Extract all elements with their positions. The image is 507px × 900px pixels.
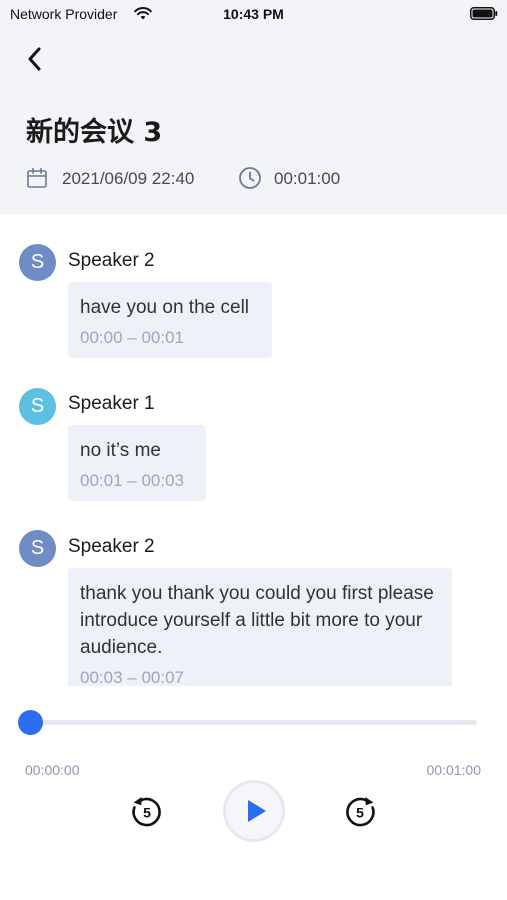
- status-time: 10:43 PM: [223, 6, 284, 22]
- transcript-time-range: 00:01 – 00:03: [80, 471, 184, 490]
- transcript-text: have you on the cell: [80, 297, 250, 318]
- avatar: S: [19, 388, 56, 425]
- forward-label: 5: [356, 805, 364, 821]
- avatar: S: [19, 244, 56, 281]
- avatar: S: [19, 530, 56, 567]
- page-title: 新的会议 3: [26, 117, 163, 148]
- transcript-text: thank you thank you could you first plea…: [80, 583, 434, 658]
- speaker-name: Speaker 2: [68, 250, 155, 271]
- transcript-bubble[interactable]: thank you thank you could you first plea…: [68, 568, 452, 686]
- back-button[interactable]: [22, 45, 52, 75]
- transcript-bubble[interactable]: have you on the cell 00:00 – 00:01: [68, 282, 272, 358]
- meeting-date: 2021/06/09 22:40: [62, 169, 195, 188]
- transcript-bubble[interactable]: no it’s me 00:01 – 00:03: [68, 425, 206, 501]
- speaker-name: Speaker 1: [68, 393, 155, 414]
- meeting-duration: 00:01:00: [274, 169, 341, 188]
- progress-track[interactable]: [30, 720, 477, 725]
- transcript-list[interactable]: S Speaker 2 have you on the cell 00:00 –…: [0, 228, 507, 686]
- rewind-5-button[interactable]: 5: [128, 792, 166, 830]
- forward-5-icon: 5: [346, 797, 375, 827]
- speaker-name: Speaker 2: [68, 536, 155, 557]
- transcript-time-range: 00:03 – 00:07: [80, 668, 184, 686]
- transcript-text: no it’s me: [80, 440, 161, 461]
- current-time: 00:00:00: [25, 762, 80, 778]
- forward-5-button[interactable]: 5: [341, 792, 379, 830]
- rewind-5-icon: 5: [132, 797, 161, 827]
- calendar-icon: [27, 167, 47, 188]
- clock-icon: [239, 167, 261, 189]
- status-bar: Network Provider 10:43 PM: [0, 0, 507, 28]
- battery-icon: [470, 7, 498, 20]
- rewind-label: 5: [143, 805, 151, 821]
- play-icon: [248, 800, 266, 822]
- progress-knob[interactable]: [18, 710, 43, 735]
- meeting-meta: 2021/06/09 22:40 00:01:00: [26, 166, 486, 190]
- total-time: 00:01:00: [426, 762, 482, 778]
- play-button[interactable]: [223, 780, 285, 842]
- transcript-time-range: 00:00 – 00:01: [80, 328, 184, 347]
